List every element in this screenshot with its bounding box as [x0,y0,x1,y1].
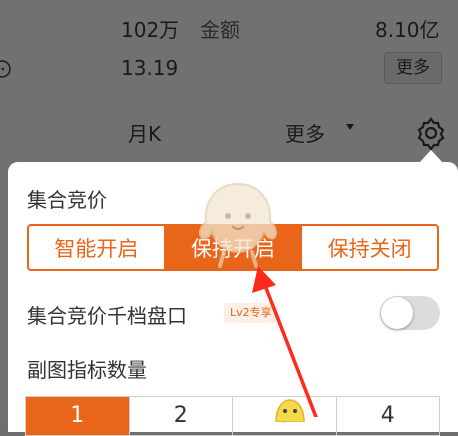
tab-monthly-k[interactable]: 月K [128,118,161,147]
gear-icon[interactable] [414,116,448,150]
count-option-1[interactable]: 1 [26,397,129,435]
circle-dots-icon [0,59,12,79]
amount-value: 8.10亿 [375,14,440,43]
subchart-count-title: 副图指标数量 [27,354,147,383]
depth-orderbook-toggle[interactable] [380,296,440,330]
more-button[interactable]: 更多 [384,52,442,84]
option-keep-off[interactable]: 保持关闭 [300,226,437,269]
auction-section-title: 集合竞价 [27,184,107,213]
count-option-2[interactable]: 2 [129,397,233,435]
volume-value: 102万 [121,14,179,43]
depth-orderbook-label: 集合竞价千档盘口 [27,300,187,329]
small-mascot-icon [270,398,308,422]
toggle-knob [381,297,413,329]
mascot-watermark-icon [194,178,282,270]
subchart-count-segmented-control: 1 2 3 4 [25,396,440,436]
lv2-exclusive-badge: Lv2专享 [224,303,278,323]
option-smart-on[interactable]: 智能开启 [29,226,164,269]
count-option-4[interactable]: 4 [336,397,440,435]
price-value: 13.19 [121,56,178,80]
amount-label: 金额 [200,14,240,43]
tab-more[interactable]: 更多 [285,118,325,147]
dropdown-triangle-icon [346,124,354,130]
